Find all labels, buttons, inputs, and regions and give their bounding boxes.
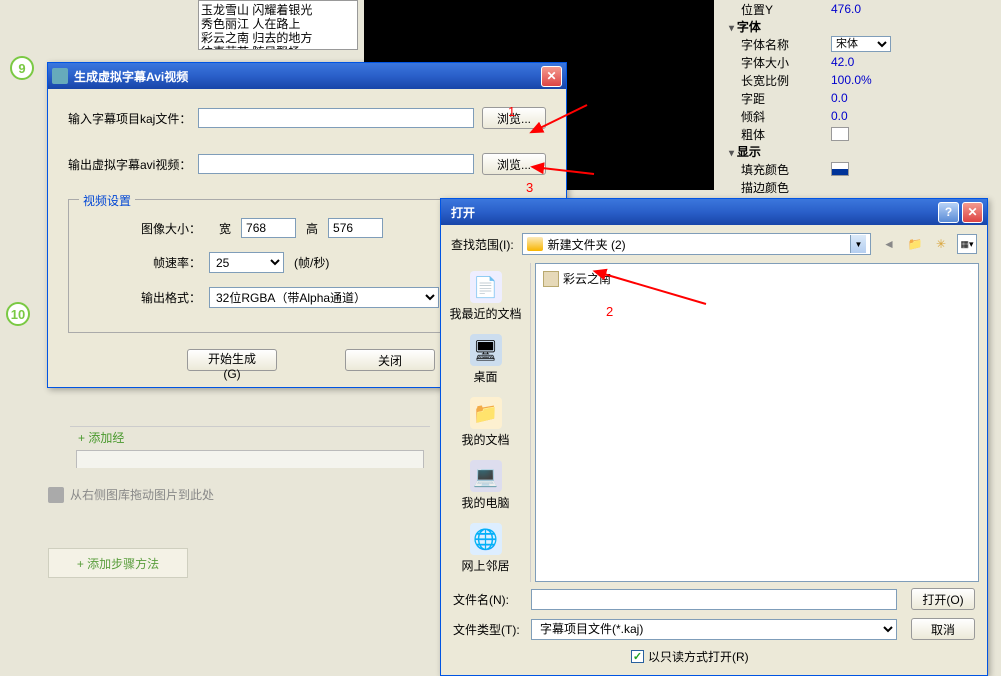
output-file-label: 输出虚拟字幕avi视频： [68,156,198,173]
drag-hint-text: 从右侧图库拖动图片到此处 [70,486,214,503]
back-icon[interactable]: ◄ [879,234,899,254]
file-icon [543,271,559,287]
lyric-line: 往事芬芳 随风飘扬 [201,45,355,50]
spacing-val[interactable]: 0.0 [831,91,961,105]
fps-unit: (帧/秒) [284,254,339,271]
dlg1-titlebar[interactable]: 生成虚拟字幕Avi视频 ✕ [48,63,566,89]
lyric-line: 玉龙雪山 闪耀着银光 [201,3,355,17]
up-folder-icon[interactable]: 📁 [905,234,925,254]
ruler[interactable] [76,450,424,468]
add-step-button[interactable]: + 添加步骤方法 [48,548,188,578]
annot-1: 1 [508,104,515,119]
app-icon [52,68,68,84]
open-button[interactable]: 打开(O) [911,588,975,610]
fontname-label: 字体名称 [741,36,831,53]
bold-label: 粗体 [741,126,831,143]
file-item[interactable]: 彩云之南 [540,268,974,289]
image-icon [48,487,64,503]
filename-input[interactable] [531,589,897,610]
close-button[interactable]: 关闭 [345,349,435,371]
format-label: 输出格式： [137,289,209,306]
place-mycomputer[interactable]: 💻我的电脑 [441,458,530,513]
filename-label: 文件名(N): [453,591,531,608]
tilt-val[interactable]: 0.0 [831,109,961,123]
folder-icon [527,237,543,251]
input-file-label: 输入字幕项目kaj文件： [68,110,198,127]
file-name: 彩云之南 [563,270,611,287]
fps-label: 帧速率： [137,254,209,271]
dlg2-titlebar[interactable]: 打开 ? ✕ [441,199,987,225]
input-file-field[interactable] [198,108,474,128]
open-file-dialog: 打开 ? ✕ 查找范围(I): 新建文件夹 (2) ▼ ◄ 📁 ✳ ▦▾ 📄我最… [440,198,988,676]
misc-text[interactable]: + 添加经 [70,427,132,448]
chevron-down-icon[interactable]: ▼ [850,235,866,253]
display-header[interactable]: 显示 [721,143,961,160]
annot-2: 2 [606,304,613,319]
fill-color[interactable] [831,162,849,176]
posY-label: 位置Y [741,1,831,18]
filetype-select[interactable]: 字幕项目文件(*.kaj) [531,619,897,640]
ratio-label: 长宽比例 [741,72,831,89]
cancel-button[interactable]: 取消 [911,618,975,640]
filetype-label: 文件类型(T): [453,621,531,638]
timeline-fragment: + 添加经 [70,426,430,468]
dlg2-title: 打开 [445,204,938,221]
fps-select[interactable]: 25 [209,252,284,273]
height-label: 高 [296,220,328,237]
place-recent[interactable]: 📄我最近的文档 [441,269,530,324]
step-10-badge: 10 [6,302,30,326]
fontname-select[interactable]: 宋体 [831,36,891,52]
bold-checkbox[interactable] [831,127,849,141]
lookin-label: 查找范围(I): [451,236,514,253]
ratio-val[interactable]: 100.0% [831,73,961,87]
width-label: 宽 [209,220,241,237]
fontsize-val[interactable]: 42.0 [831,55,961,69]
lyric-line: 彩云之南 归去的地方 [201,31,355,45]
place-network[interactable]: 🌐网上邻居 [441,521,530,576]
tilt-label: 倾斜 [741,108,831,125]
file-list[interactable]: 彩云之南 2 [535,263,979,582]
lyric-line: 秀色丽江 人在路上 [201,17,355,31]
readonly-label: 以只读方式打开(R) [648,648,749,665]
close-icon[interactable]: ✕ [541,66,562,87]
dlg1-title: 生成虚拟字幕Avi视频 [74,68,541,85]
close-icon[interactable]: ✕ [962,202,983,223]
browse-output-button[interactable]: 浏览... [482,153,546,175]
output-file-field[interactable] [198,154,474,174]
fill-label: 填充颜色 [741,161,831,178]
imgsize-label: 图像大小： [137,220,209,237]
new-folder-icon[interactable]: ✳ [931,234,951,254]
outline-label: 描边颜色 [741,179,831,196]
posY-val[interactable]: 476.0 [831,2,961,16]
lookin-dropdown[interactable]: 新建文件夹 (2) ▼ [522,233,871,255]
drag-hint: 从右侧图库拖动图片到此处 [48,486,214,503]
fontsize-label: 字体大小 [741,54,831,71]
place-desktop[interactable]: 🖥桌面 [441,332,530,387]
place-mydocs[interactable]: 📁我的文档 [441,395,530,450]
property-panel: 位置Y476.0 字体 字体名称宋体 字体大小42.0 长宽比例100.0% 字… [721,0,961,196]
font-header[interactable]: 字体 [721,18,961,35]
help-icon[interactable]: ? [938,202,959,223]
format-select[interactable]: 32位RGBA（带Alpha通道） [209,287,439,308]
lookin-value: 新建文件夹 (2) [548,236,626,253]
places-bar: 📄我最近的文档 🖥桌面 📁我的文档 💻我的电脑 🌐网上邻居 [441,263,531,582]
height-input[interactable] [328,218,383,238]
video-settings-legend: 视频设置 [79,192,135,209]
annot-3: 3 [526,180,533,195]
readonly-checkbox[interactable]: ✓ [631,650,644,663]
step-9-badge: 9 [10,56,34,80]
views-icon[interactable]: ▦▾ [957,234,977,254]
width-input[interactable] [241,218,296,238]
lyric-list: 玉龙雪山 闪耀着银光 秀色丽江 人在路上 彩云之南 归去的地方 往事芬芳 随风飘… [198,0,358,50]
spacing-label: 字距 [741,90,831,107]
generate-button[interactable]: 开始生成 (G) [187,349,277,371]
